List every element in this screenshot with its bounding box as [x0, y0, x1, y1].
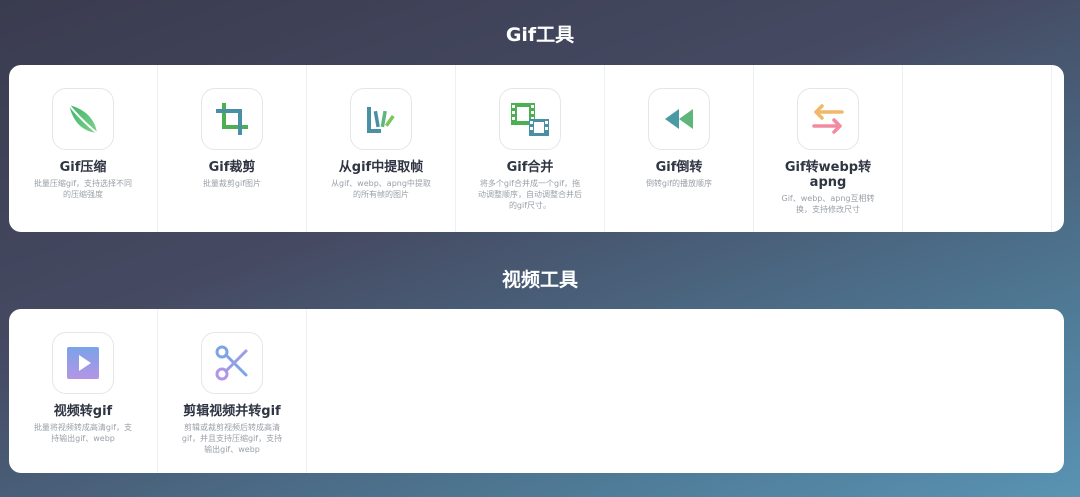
card-title: Gif合并	[506, 160, 554, 175]
card-title: Gif压缩	[59, 160, 107, 175]
gif-tools-panel: Gif压缩 批量压缩gif，支持选择不同的压缩强度 Gif裁剪 批量裁剪gif图…	[9, 65, 1064, 232]
card-title: Gif倒转	[655, 160, 703, 175]
card-description: 批量将视频转成高清gif，支持输出gif、webp	[33, 423, 133, 443]
card-title: Gif转webp转apng	[784, 160, 872, 190]
card-description: Gif、webp、apng互相转换，支持修改尺寸	[781, 194, 875, 214]
card-title: 视频转gif	[53, 404, 113, 419]
card-description: 批量裁剪gif图片	[202, 179, 262, 188]
card-description: 将多个gif合并成一个gif，拖动调整顺序，自动调整合并后的gif尺寸。	[478, 179, 582, 210]
tool-card-gif-merge[interactable]: Gif合并 将多个gif合并成一个gif，拖动调整顺序，自动调整合并后的gif尺…	[456, 65, 605, 232]
card-description: 从gif、webp、apng中提取的所有帧的图片	[331, 179, 431, 199]
card-description: 倒转gif的播放顺序	[645, 179, 713, 188]
tool-card-format-convert[interactable]: Gif转webp转apng Gif、webp、apng互相转换，支持修改尺寸	[754, 65, 903, 232]
tool-card-video-to-gif[interactable]: 视频转gif 批量将视频转成高清gif，支持输出gif、webp	[9, 309, 158, 473]
film-merge-icon	[499, 88, 561, 150]
section-title-video-tools: 视频工具	[501, 269, 578, 291]
tool-card-clip-video-to-gif[interactable]: 剪辑视频并转gif 剪辑或裁剪视频后转成高清gif，并且支持压缩gif，支持输出…	[158, 309, 307, 473]
card-title: Gif裁剪	[208, 160, 256, 175]
video-tools-panel: 视频转gif 批量将视频转成高清gif，支持输出gif、webp 剪辑视频并转g…	[9, 309, 1064, 473]
card-title: 剪辑视频并转gif	[183, 404, 281, 419]
empty-card-slot	[903, 65, 1052, 232]
tool-card-extract-frames[interactable]: 从gif中提取帧 从gif、webp、apng中提取的所有帧的图片	[307, 65, 456, 232]
section-title-gif-tools: Gif工具	[505, 24, 575, 46]
extract-frames-icon	[350, 88, 412, 150]
tool-card-gif-compress[interactable]: Gif压缩 批量压缩gif，支持选择不同的压缩强度	[9, 65, 158, 232]
crop-icon	[201, 88, 263, 150]
tool-card-gif-crop[interactable]: Gif裁剪 批量裁剪gif图片	[158, 65, 307, 232]
scissors-icon	[201, 332, 263, 394]
leaf-icon	[52, 88, 114, 150]
card-description: 剪辑或裁剪视频后转成高清gif，并且支持压缩gif，支持输出gif、webp	[181, 423, 283, 454]
card-title: 从gif中提取帧	[338, 160, 424, 175]
card-description: 批量压缩gif，支持选择不同的压缩强度	[33, 179, 133, 199]
video-play-icon	[52, 332, 114, 394]
tool-card-gif-reverse[interactable]: Gif倒转 倒转gif的播放顺序	[605, 65, 754, 232]
convert-arrows-icon	[797, 88, 859, 150]
rewind-icon	[648, 88, 710, 150]
